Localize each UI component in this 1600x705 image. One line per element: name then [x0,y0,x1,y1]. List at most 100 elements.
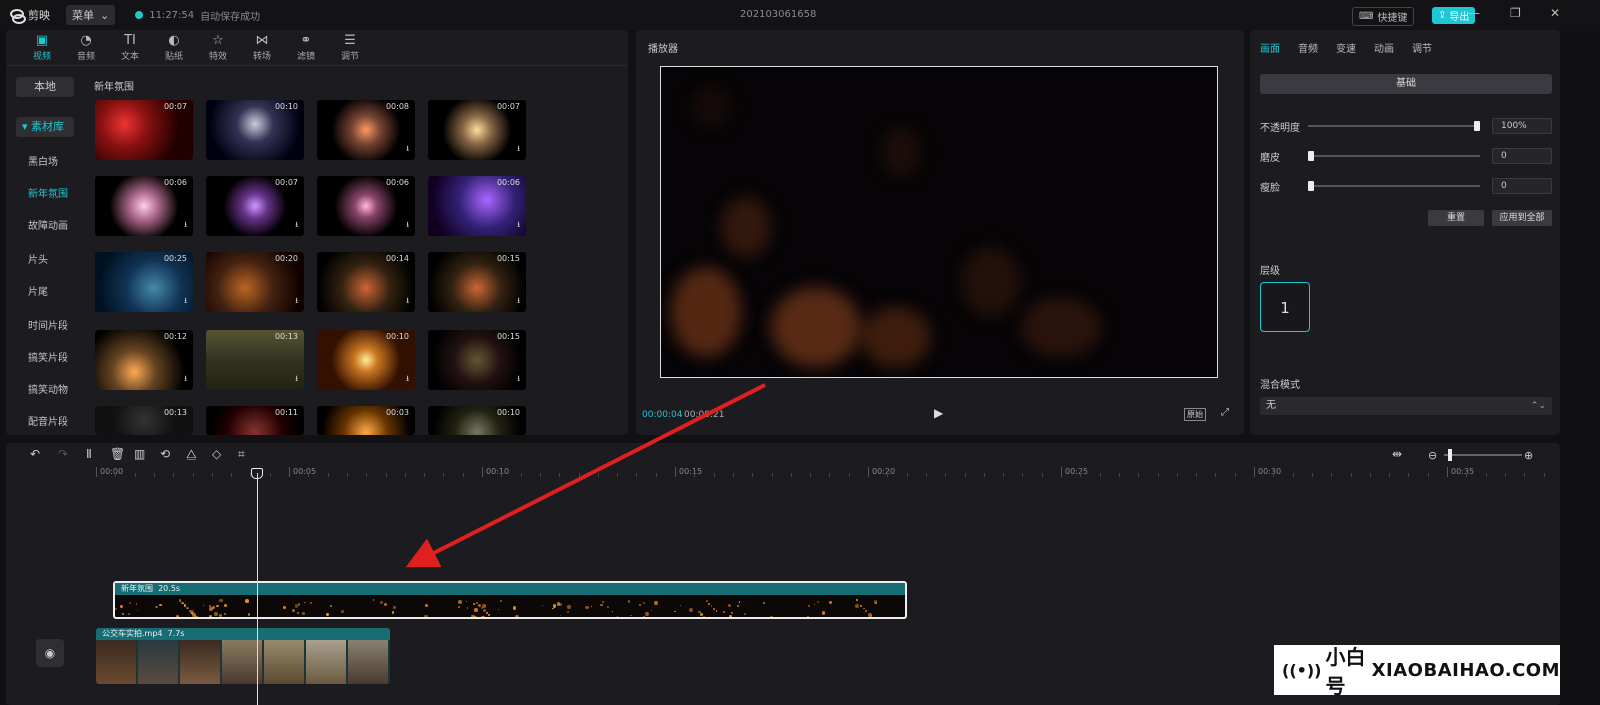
tab-picture[interactable]: 画面 [1260,40,1280,55]
tab-speed[interactable]: 变速 [1336,40,1356,55]
minimize-icon[interactable]: — [1468,6,1480,20]
close-icon[interactable]: ✕ [1550,6,1560,20]
download-icon[interactable]: ⭳ [517,295,520,309]
download-icon[interactable]: ⭳ [406,373,409,387]
sub-clip[interactable]: 公交车实拍.mp4 7.7s [96,628,390,684]
opacity-slider-handle[interactable] [1474,121,1480,131]
shortcut-button[interactable]: ⌨ 快捷键 [1352,7,1415,26]
media-thumbnail[interactable]: 00:06 ⭳ [95,176,193,236]
mute-audio-icon[interactable]: ◉ [36,639,64,667]
media-thumbnail[interactable]: 00:11 [206,406,304,435]
fullscreen-icon[interactable]: ⤢ [1221,407,1229,418]
freeze-icon[interactable]: ▥ [134,447,145,461]
category-item[interactable]: 片头 [28,251,48,266]
tab-video[interactable]: ▣ 视频 [20,30,64,65]
tab-transition[interactable]: ⋈ 转场 [240,30,284,65]
download-icon[interactable]: ⭳ [406,219,409,233]
media-thumbnail[interactable]: 00:07 ⭳ [428,100,526,160]
media-thumbnail[interactable]: 00:06 ⭳ [428,176,526,236]
slim-slider[interactable] [1308,185,1480,187]
media-thumbnail[interactable]: 00:20 ⭳ [206,252,304,312]
reset-button[interactable]: 重置 [1428,210,1484,226]
tab-text[interactable]: TI 文本 [108,30,152,65]
local-button[interactable]: 本地 [16,77,74,97]
split-icon[interactable]: Ⅱ [86,447,92,461]
tab-adjust[interactable]: 调节 [1412,40,1432,55]
media-thumbnail[interactable]: 00:03 [317,406,415,435]
tab-sticker[interactable]: ◐ 贴纸 [152,30,196,65]
rotate-icon[interactable]: ◇ [212,447,221,461]
tab-audio[interactable]: ◔ 音频 [64,30,108,65]
media-thumbnail[interactable]: 00:07 [95,100,193,160]
opacity-value[interactable]: 100% [1492,118,1552,134]
download-icon[interactable]: ⭳ [295,373,298,387]
tab-effects[interactable]: ☆ 特效 [196,30,240,65]
slim-value[interactable]: 0 [1492,178,1552,194]
crop-icon[interactable]: ⌗ [238,447,245,461]
layer-item[interactable]: 1 [1260,282,1310,332]
download-icon[interactable]: ⭳ [406,143,409,157]
download-icon[interactable]: ⭳ [184,295,187,309]
download-icon[interactable]: ⭳ [517,219,520,233]
maximize-icon[interactable]: ❐ [1510,6,1521,20]
timeline-ruler[interactable]: 00:00 00:05 00:10 00:15 00:20 00:25 00:30 00:35 [6,467,1560,485]
zoom-slider-handle[interactable] [1448,449,1452,461]
category-item[interactable]: 故障动画 [28,217,68,232]
main-clip[interactable]: 新年氛围 20.5s [113,581,907,619]
ratio-button[interactable]: 原始 [1184,408,1206,421]
media-thumbnail[interactable]: 00:08 ⭳ [317,100,415,160]
mirror-icon[interactable]: ⧋ [186,447,197,461]
play-icon[interactable]: ▶ [934,406,943,420]
opacity-slider[interactable] [1308,125,1480,127]
category-item[interactable]: 配音片段 [28,413,68,428]
media-thumbnail[interactable]: 00:06 ⭳ [317,176,415,236]
media-thumbnail[interactable]: 00:15 ⭳ [428,330,526,390]
category-item[interactable]: 新年氛围 [28,185,68,200]
library-button[interactable]: ▾ 素材库 [16,117,74,137]
category-item[interactable]: 时间片段 [28,317,68,332]
category-item[interactable]: 搞笑片段 [28,349,68,364]
smooth-value[interactable]: 0 [1492,148,1552,164]
zoom-out-icon[interactable]: ⊖ [1428,449,1437,462]
undo-icon[interactable]: ↶ [30,447,40,461]
download-icon[interactable]: ⭳ [295,295,298,309]
zoom-slider[interactable] [1444,454,1522,456]
tab-animation[interactable]: 动画 [1374,40,1394,55]
download-icon[interactable]: ⭳ [517,373,520,387]
snap-icon[interactable]: ⇹ [1392,447,1402,461]
apply-all-button[interactable]: 应用到全部 [1492,210,1552,226]
download-icon[interactable]: ⭳ [184,219,187,233]
redo-icon[interactable]: ↷ [58,447,68,461]
media-thumbnail[interactable]: 00:07 ⭳ [206,176,304,236]
media-thumbnail[interactable]: 00:25 ⭳ [95,252,193,312]
media-thumbnail[interactable]: 00:12 ⭳ [95,330,193,390]
smooth-slider-handle[interactable] [1308,151,1314,161]
basic-button[interactable]: 基础 [1260,74,1552,94]
smooth-slider[interactable] [1308,155,1480,157]
media-thumbnail[interactable]: 00:10 ⭳ [317,330,415,390]
media-thumbnail[interactable]: 00:14 ⭳ [317,252,415,312]
delete-icon[interactable]: 🗑 [110,447,125,461]
playhead[interactable] [257,473,258,705]
download-icon[interactable]: ⭳ [184,373,187,387]
category-item[interactable]: 搞笑动物 [28,381,68,396]
category-item[interactable]: 黑白场 [28,153,58,168]
slim-slider-handle[interactable] [1308,181,1314,191]
category-item[interactable]: 片尾 [28,283,48,298]
zoom-in-icon[interactable]: ⊕ [1524,449,1533,462]
reverse-icon[interactable]: ⟲ [160,447,170,461]
tab-adjust[interactable]: ☰ 调节 [328,30,372,65]
blend-select[interactable]: 无 ⌃⌄ [1260,397,1552,415]
video-preview[interactable] [660,66,1218,378]
download-icon[interactable]: ⭳ [406,295,409,309]
media-thumbnail[interactable]: 00:10 [206,100,304,160]
media-thumbnail[interactable]: 00:15 ⭳ [428,252,526,312]
media-thumbnail[interactable]: 00:13 ⭳ [206,330,304,390]
menu-button[interactable]: 菜单 ⌄ [66,5,116,25]
media-thumbnail[interactable]: 00:10 [428,406,526,435]
tab-audio[interactable]: 音频 [1298,40,1318,55]
media-thumbnail[interactable]: 00:13 [95,406,193,435]
tab-filter[interactable]: ⚭ 滤镜 [284,30,328,65]
download-icon[interactable]: ⭳ [517,143,520,157]
download-icon[interactable]: ⭳ [295,219,298,233]
